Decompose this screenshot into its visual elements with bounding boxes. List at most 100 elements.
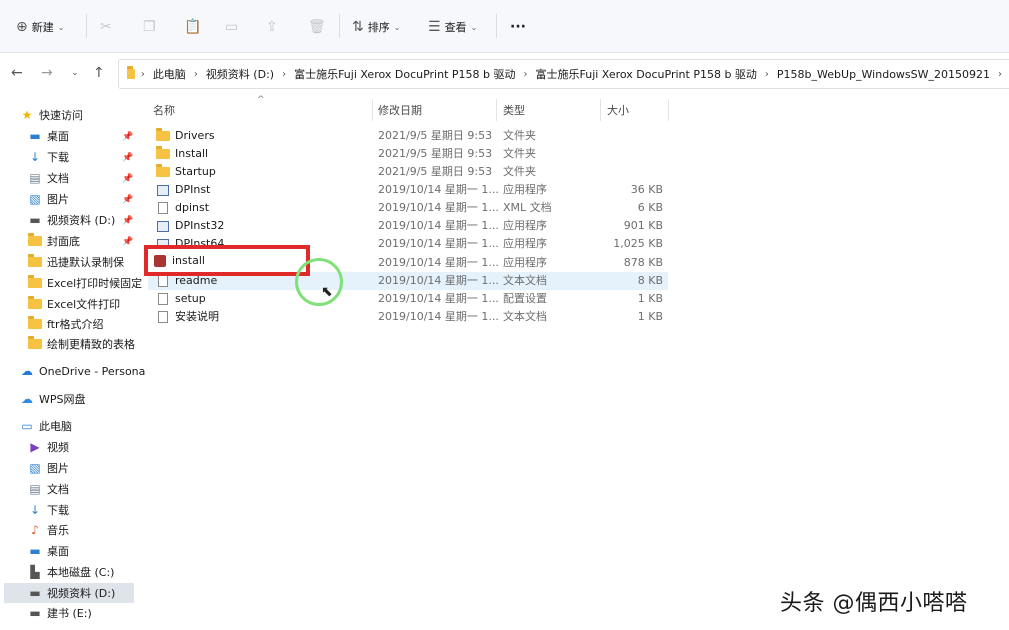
file-row[interactable]: setup 2019/10/14 星期一 1... 配置设置 1 KB: [148, 290, 668, 308]
wps-cloud-icon: ☁: [20, 392, 34, 406]
up-arrow-icon[interactable]: ↑: [93, 65, 105, 81]
share-button[interactable]: ⇪: [266, 16, 278, 38]
folder-icon: [28, 236, 42, 246]
chevron-down-icon: ⌄: [471, 23, 478, 32]
navigation-pane: ★ 快速访问 ▬桌面 ↓下载 ▤文档 ▧图片 ▬视频资料 (D:) 封面底 迅捷…: [0, 96, 140, 630]
chevron-down-icon: ⌄: [394, 23, 401, 32]
sidebar-item-downloads[interactable]: ↓下载: [28, 500, 164, 520]
file-row[interactable]: Startup 2021/9/5 星期日 9:53 文件夹: [148, 163, 668, 181]
folder-icon: [28, 319, 42, 329]
sidebar-item-downloads[interactable]: ↓下载: [28, 147, 164, 167]
breadcrumb-item[interactable]: 富士施乐Fuji Xerox DocuPrint P158 b 驱动: [294, 66, 515, 82]
chevron-right-icon: ›: [998, 69, 1002, 80]
breadcrumb-item[interactable]: P158b_WebUp_WindowsSW_20150921: [777, 68, 990, 81]
file-row[interactable]: Drivers 2021/9/5 星期日 9:53 文件夹: [148, 127, 668, 145]
column-header-date[interactable]: 修改日期: [378, 97, 422, 123]
copy-button[interactable]: ❐: [143, 16, 156, 38]
cloud-icon: ☁: [20, 364, 34, 378]
folder-icon: [156, 149, 170, 159]
folder-icon: [28, 339, 42, 349]
folder-icon: [156, 167, 170, 177]
text-file-icon: [156, 275, 170, 287]
sidebar-item-videos[interactable]: ▶视频: [28, 437, 164, 457]
column-header-type[interactable]: 类型: [503, 97, 525, 123]
paste-button[interactable]: 📋: [184, 16, 201, 38]
sidebar-this-pc[interactable]: ▭此电脑: [20, 416, 156, 436]
breadcrumb-item[interactable]: 富士施乐Fuji Xerox DocuPrint P158 b 驱动: [536, 66, 757, 82]
breadcrumb-item[interactable]: 视频资料 (D:): [206, 66, 274, 82]
file-row[interactable]: DPInst32 2019/10/14 星期一 1... 应用程序 901 KB: [148, 217, 668, 235]
view-list-icon: ☰: [428, 20, 441, 34]
document-icon: ▤: [28, 171, 42, 185]
trash-icon: 🗑: [308, 20, 326, 34]
share-icon: ⇪: [266, 20, 278, 34]
plus-circle-icon: ⊕: [16, 20, 28, 34]
sidebar-item-folder[interactable]: ftr格式介绍: [28, 314, 164, 334]
computer-icon: ▭: [20, 419, 34, 433]
sidebar-item-pictures[interactable]: ▧图片: [28, 189, 164, 209]
column-header-name[interactable]: 名称: [153, 97, 175, 123]
download-icon: ↓: [28, 503, 42, 517]
sort-button[interactable]: ⇅ 排序 ⌄: [352, 16, 400, 38]
drive-icon: ▬: [28, 606, 42, 620]
chevron-right-icon: ›: [141, 69, 145, 80]
pin-icon: 📌: [122, 132, 133, 142]
sidebar-item-folder[interactable]: Excel文件打印: [28, 294, 164, 314]
file-row[interactable]: 安装说明 2019/10/14 星期一 1... 文本文档 1 KB: [148, 308, 668, 326]
desktop-icon: ▬: [28, 129, 42, 143]
exe-icon: [156, 185, 170, 196]
setup-icon: [154, 255, 166, 270]
forward-arrow-icon[interactable]: →: [41, 65, 53, 81]
address-bar[interactable]: › 此电脑 › 视频资料 (D:) › 富士施乐Fuji Xerox DocuP…: [118, 59, 1009, 89]
recent-locations-icon[interactable]: ⌄: [71, 65, 79, 81]
sidebar-item-drive-d[interactable]: ▬视频资料 (D:): [28, 210, 164, 230]
folder-icon: [156, 131, 170, 141]
new-button[interactable]: ⊕ 新建 ⌄: [16, 16, 64, 38]
chevron-right-icon: ›: [282, 69, 286, 80]
sidebar-item-pictures[interactable]: ▧图片: [28, 458, 164, 478]
sidebar-item-drive-e[interactable]: ▬建书 (E:): [28, 603, 164, 623]
sidebar-item-documents[interactable]: ▤文档: [28, 168, 164, 188]
click-indicator: [295, 258, 343, 306]
copy-icon: ❐: [143, 20, 156, 34]
file-row[interactable]: DPInst 2019/10/14 星期一 1... 应用程序 36 KB: [148, 181, 668, 199]
more-options-button[interactable]: ···: [510, 16, 526, 38]
sidebar-item-drive-d[interactable]: ▬视频资料 (D:): [4, 583, 134, 603]
rename-icon: ▭: [225, 20, 238, 34]
file-row[interactable]: dpinst 2019/10/14 星期一 1... XML 文档 6 KB: [148, 199, 668, 217]
music-icon: ♪: [28, 523, 42, 537]
exe-icon: [156, 221, 170, 232]
sidebar-wps-drive[interactable]: ☁WPS网盘: [20, 389, 156, 409]
sidebar-item-desktop[interactable]: ▬桌面: [28, 541, 164, 561]
back-arrow-icon[interactable]: ←: [11, 65, 23, 81]
delete-button[interactable]: 🗑: [308, 16, 326, 38]
sidebar-item-drive-c[interactable]: ▙本地磁盘 (C:): [28, 562, 164, 582]
document-icon: ▤: [28, 482, 42, 496]
sidebar-item-folder[interactable]: 绘制更精致的表格: [28, 334, 164, 354]
sidebar-item-music[interactable]: ♪音乐: [28, 520, 164, 540]
pin-icon: 📌: [122, 237, 133, 247]
command-bar: ⊕ 新建 ⌄ ✂ ❐ 📋 ▭ ⇪ 🗑 ⇅ 排序 ⌄ ☰ 查看 ⌄ ···: [0, 0, 1009, 53]
chevron-right-icon: ›: [765, 69, 769, 80]
sidebar-item-documents[interactable]: ▤文档: [28, 479, 164, 499]
chevron-right-icon: ›: [194, 69, 198, 80]
sidebar-quick-access[interactable]: ★ 快速访问: [20, 105, 156, 125]
breadcrumb-item[interactable]: 此电脑: [153, 66, 186, 82]
folder-icon: [28, 257, 42, 267]
file-row[interactable]: Install 2021/9/5 星期日 9:53 文件夹: [148, 145, 668, 163]
chevron-down-icon: ⌄: [58, 23, 65, 32]
view-button[interactable]: ☰ 查看 ⌄: [428, 16, 477, 38]
sidebar-item-folder[interactable]: Excel打印时候固定: [28, 273, 164, 293]
rename-button[interactable]: ▭: [225, 16, 238, 38]
cut-button[interactable]: ✂: [100, 16, 112, 38]
picture-icon: ▧: [28, 461, 42, 475]
sidebar-onedrive[interactable]: ☁OneDrive - Persona: [20, 361, 156, 381]
chevron-right-icon: ›: [524, 69, 528, 80]
pin-icon: 📌: [122, 195, 133, 205]
text-file-icon: [156, 311, 170, 323]
sidebar-item-desktop[interactable]: ▬桌面: [28, 126, 164, 146]
column-header-size[interactable]: 大小: [607, 97, 629, 123]
video-icon: ▶: [28, 440, 42, 454]
highlight-box[interactable]: install: [144, 245, 310, 276]
drive-icon: ▬: [28, 213, 42, 227]
